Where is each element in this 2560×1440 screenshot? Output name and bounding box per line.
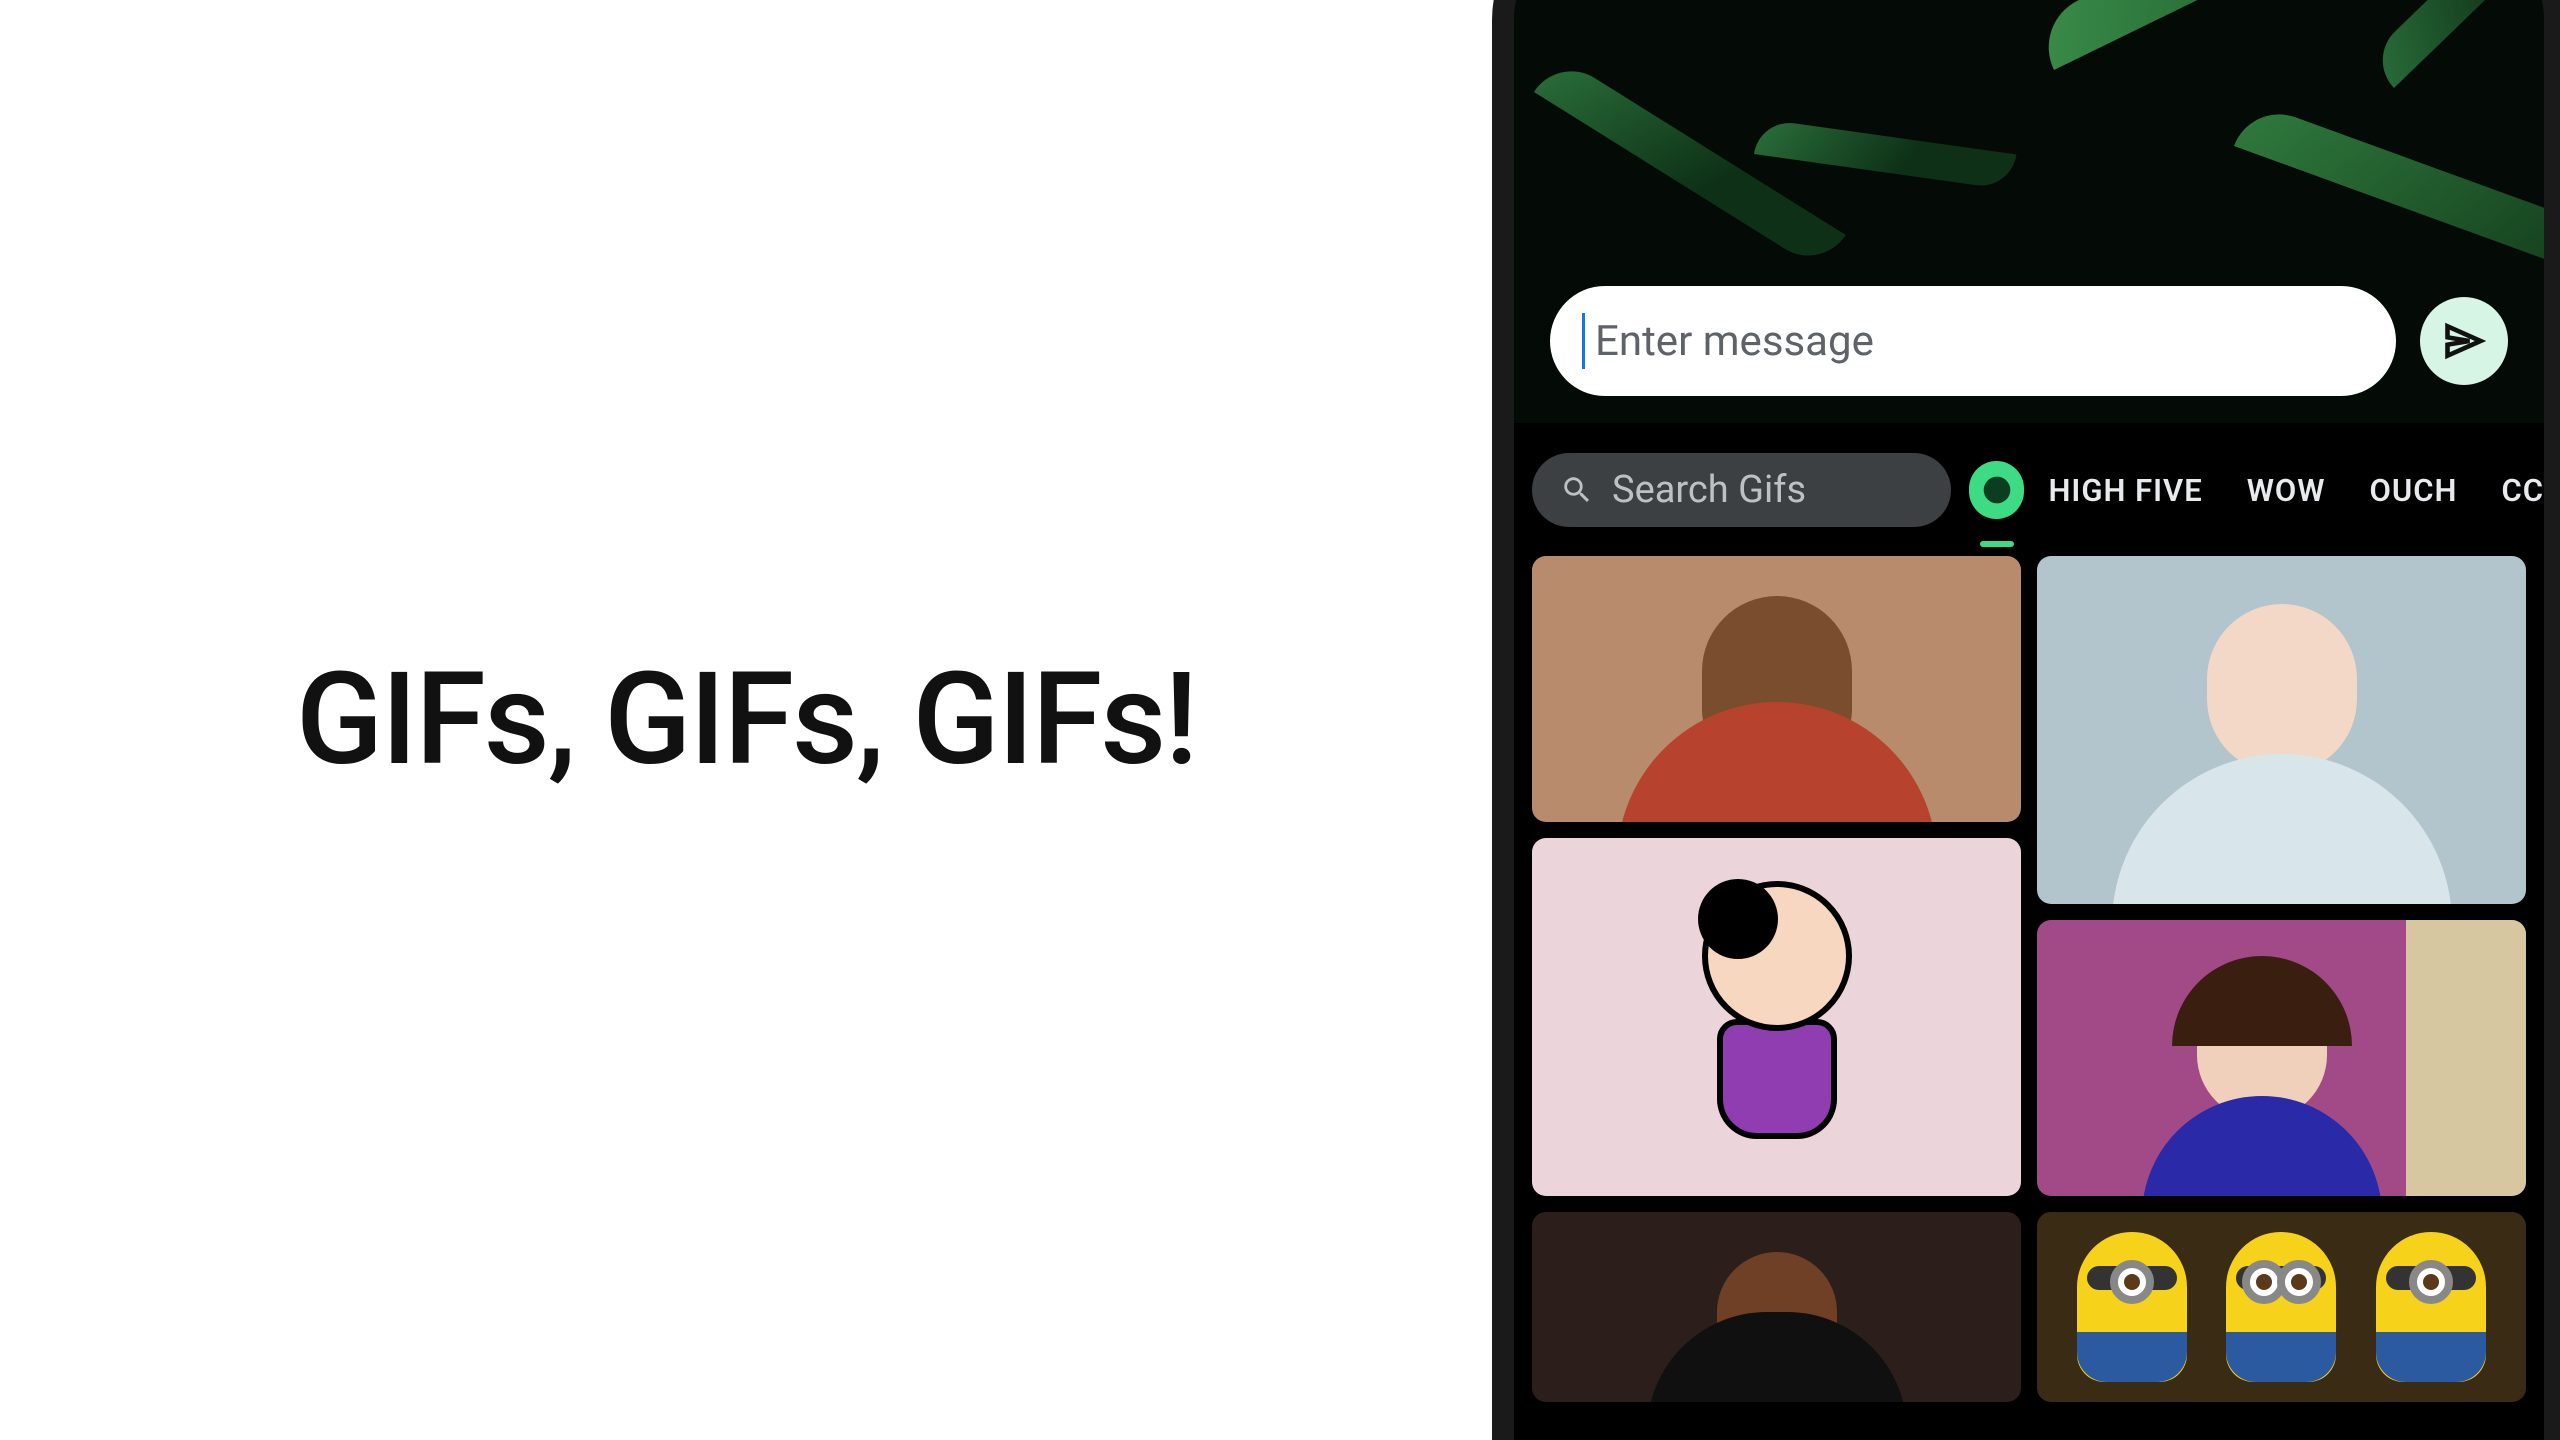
feature-slide: GIFs, GIFs, GIFs! Enter message <box>0 0 2560 1440</box>
wallpaper-leaf <box>1754 118 2016 190</box>
gif-column <box>2037 556 2526 1440</box>
wallpaper-leaf <box>2234 101 2544 317</box>
gif-category[interactable]: HIGH FIVE <box>2048 472 2202 509</box>
gif-tile[interactable] <box>1532 838 2021 1196</box>
message-input[interactable]: Enter message <box>1550 286 2396 396</box>
send-icon <box>2442 319 2486 363</box>
gif-top-row: Search Gifs HIGH FIVE WOW OUCH CC <box>1514 424 2544 540</box>
wallpaper-leaf <box>1534 55 1846 272</box>
gif-search-input[interactable]: Search Gifs <box>1532 453 1951 527</box>
gif-tile[interactable] <box>2037 920 2526 1196</box>
headline-area: GIFs, GIFs, GIFs! <box>0 0 1492 1440</box>
gif-tile[interactable] <box>1532 1212 2021 1402</box>
send-button[interactable] <box>2420 297 2508 385</box>
gif-category[interactable]: OUCH <box>2370 472 2458 509</box>
tab-recents[interactable] <box>1969 461 2025 519</box>
text-caret <box>1582 313 1585 369</box>
gif-category-tabs: HIGH FIVE WOW OUCH CC <box>2042 472 2544 509</box>
gif-search-placeholder: Search Gifs <box>1612 468 1806 512</box>
wallpaper-leaf <box>2031 0 2431 70</box>
phone-frame: Enter message Search Gifs <box>1492 0 2560 1440</box>
gif-category[interactable]: CC <box>2501 472 2544 509</box>
phone-screen: Enter message Search Gifs <box>1514 0 2544 1440</box>
message-placeholder: Enter message <box>1595 317 1874 366</box>
clock-icon <box>1981 474 2013 506</box>
gif-tile[interactable] <box>1532 556 2021 822</box>
gif-grid <box>1514 540 2544 1440</box>
page-title: GIFs, GIFs, GIFs! <box>296 645 1196 795</box>
gif-column <box>1532 556 2021 1440</box>
keyboard-panel: Search Gifs HIGH FIVE WOW OUCH CC <box>1514 424 2544 1440</box>
compose-row: Enter message <box>1550 286 2528 396</box>
active-tab-indicator <box>1980 541 2014 547</box>
gif-category[interactable]: WOW <box>2247 472 2326 509</box>
wallpaper-leaf <box>2366 0 2544 88</box>
search-icon <box>1560 473 1594 507</box>
gif-tile[interactable] <box>2037 1212 2526 1402</box>
gif-tile[interactable] <box>2037 556 2526 904</box>
